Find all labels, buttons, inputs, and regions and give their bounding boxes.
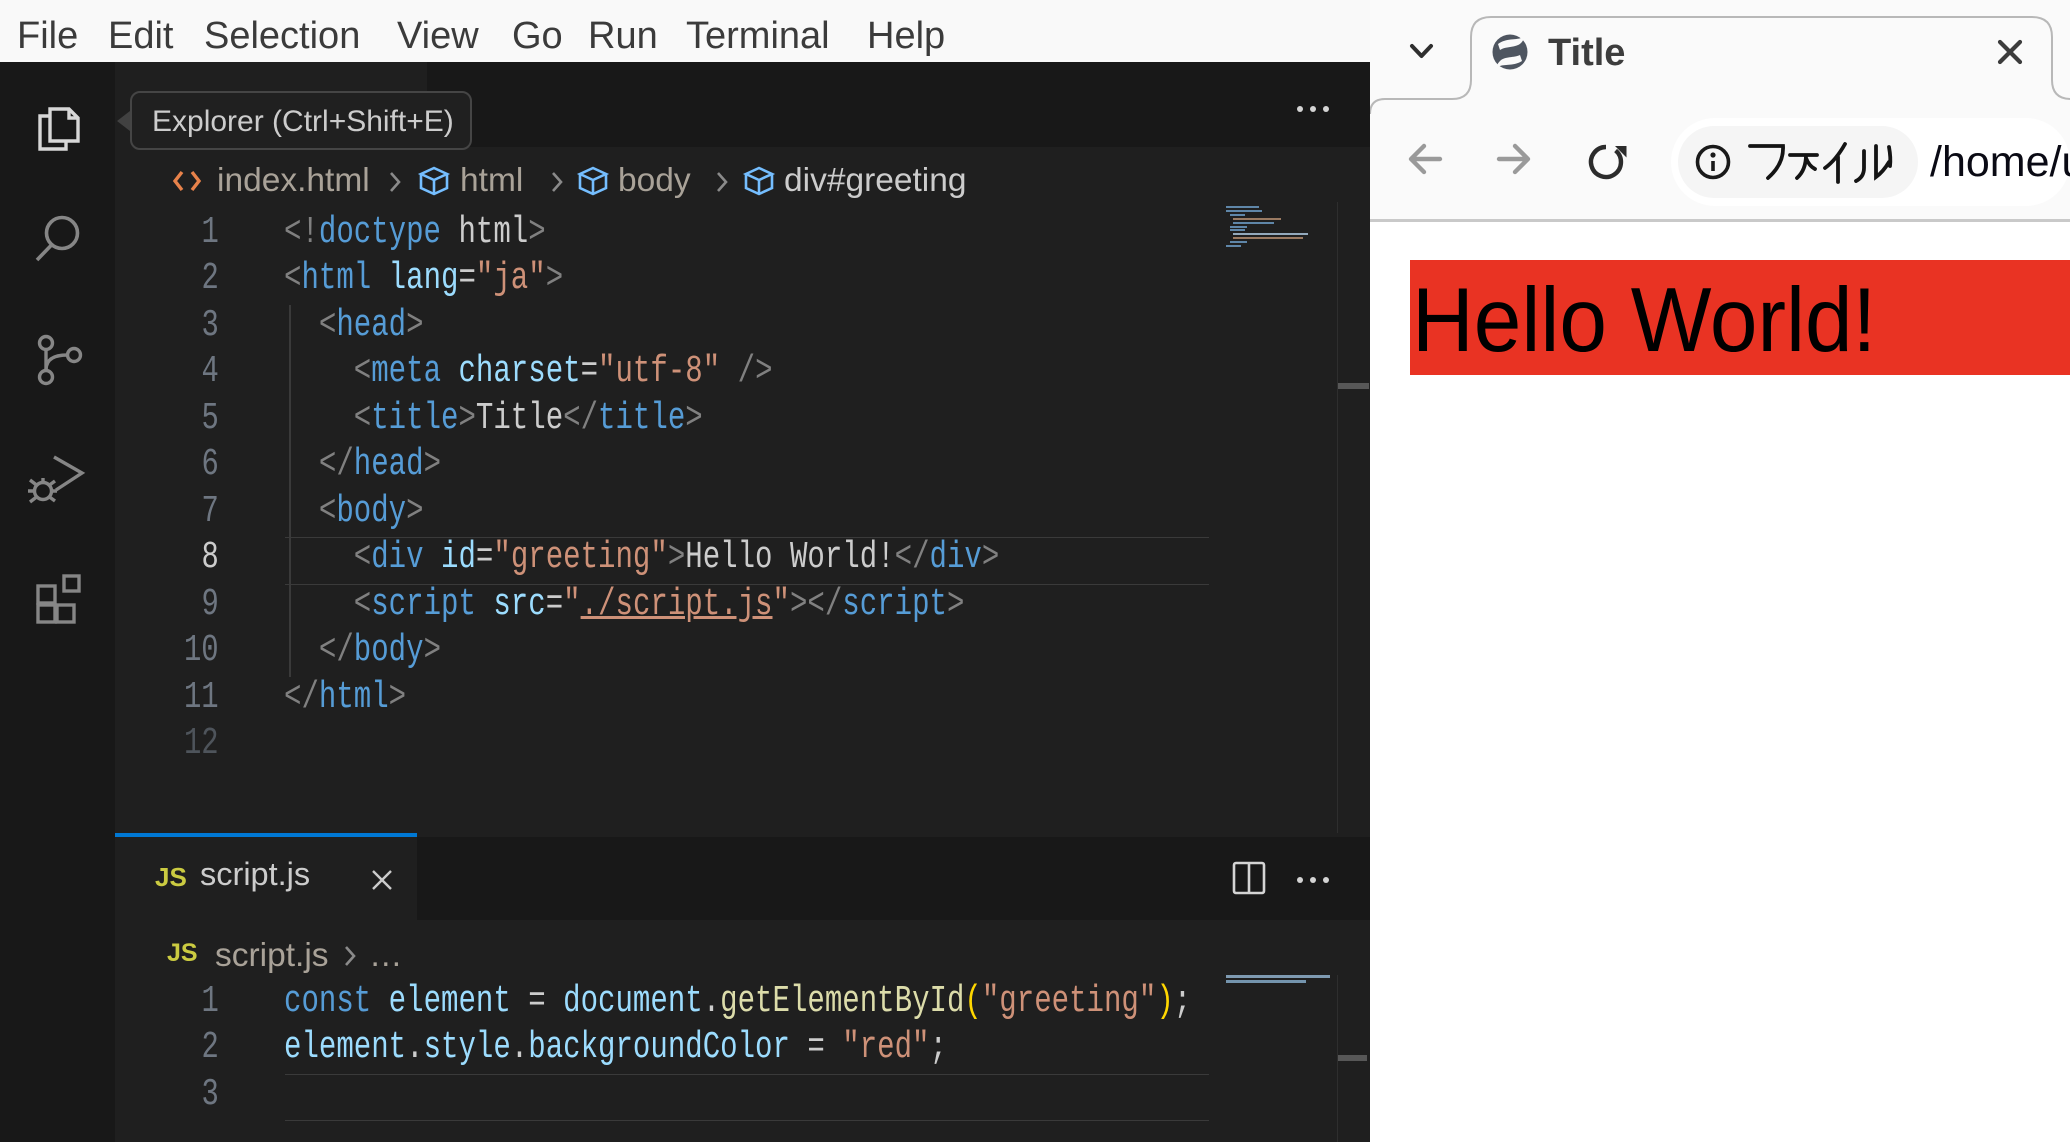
svg-text:/home/u: /home/u xyxy=(1930,138,2070,186)
svg-text:Title: Title xyxy=(1548,32,1625,74)
